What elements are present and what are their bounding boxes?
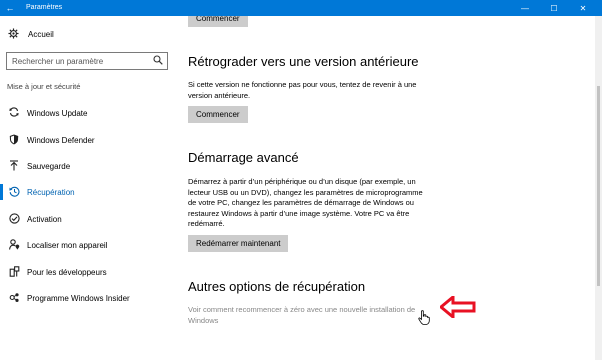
sidebar-item-localiser[interactable]: Localiser mon appareil [0,236,176,254]
hand-cursor-icon [418,310,430,330]
sidebar-item-label: Récupération [27,187,75,197]
shield-icon [8,134,20,147]
window-title: Paramètres [26,4,63,11]
active-indicator [0,184,3,200]
maximize-icon: ☐ [550,3,558,13]
back-arrow-icon: ← [5,3,15,13]
sidebar-item-label: Activation [27,214,62,224]
red-arrow-icon [438,293,476,323]
sidebar-item-windows-update[interactable]: Windows Update [0,104,176,122]
sidebar-item-windows-defender[interactable]: Windows Defender [0,131,176,149]
insider-icon [8,292,20,305]
sidebar-item-label: Sauvegarde [27,161,71,171]
search-input[interactable] [7,53,157,69]
search-box[interactable] [6,52,168,70]
check-circle-icon [8,212,20,226]
minimize-button[interactable]: — [514,0,536,16]
sidebar-item-label: Windows Defender [27,135,95,145]
back-button[interactable]: ← [0,0,20,16]
sidebar-item-developpeurs[interactable]: Pour les développeurs [0,263,176,281]
rollback-commencer-button[interactable]: Commencer [188,106,248,123]
history-icon [8,186,20,199]
person-location-icon [8,238,20,252]
sidebar-item-label: Localiser mon appareil [27,240,108,250]
gear-icon [8,27,20,41]
advanced-startup-title: Démarrage avancé [188,150,299,165]
other-options-title: Autres options de récupération [188,279,366,294]
main-content: Commencer Rétrograder vers une version a… [176,16,590,360]
scrollbar[interactable] [595,16,602,360]
sidebar-item-label: Windows Update [27,108,88,118]
sidebar-item-insider[interactable]: Programme Windows Insider [0,289,176,307]
maximize-button[interactable]: ☐ [543,0,565,16]
sidebar-item-recuperation[interactable]: Récupération [0,183,176,201]
fresh-start-link[interactable]: Voir comment recommencer à zéro avec une… [188,305,433,326]
nav-home-label: Accueil [28,29,54,39]
developer-tools-icon [8,265,20,279]
top-commencer-button[interactable]: Commencer [188,16,248,27]
close-icon: ✕ [579,3,587,13]
backup-arrow-icon [8,159,20,173]
restart-now-button[interactable]: Redémarrer maintenant [188,235,289,252]
section-label: Mise à jour et sécurité [7,82,81,91]
sidebar-item-sauvegarde[interactable]: Sauvegarde [0,157,176,175]
search-icon[interactable] [153,55,163,67]
sidebar-item-label: Pour les développeurs [27,267,107,277]
sidebar-item-label: Programme Windows Insider [27,293,130,303]
advanced-startup-description: Démarrez à partir d’un périphérique ou d… [188,177,423,228]
sync-icon [8,107,20,119]
title-bar: ← Paramètres — ☐ ✕ [0,0,602,16]
rollback-title: Rétrograder vers une version antérieure [188,54,419,69]
close-button[interactable]: ✕ [572,0,594,16]
scrollbar-thumb[interactable] [597,86,600,286]
minimize-icon: — [521,3,529,13]
sidebar-item-activation[interactable]: Activation [0,210,176,228]
rollback-description: Si cette version ne fonctionne pas pour … [188,80,417,100]
nav-home[interactable]: Accueil [8,26,54,42]
